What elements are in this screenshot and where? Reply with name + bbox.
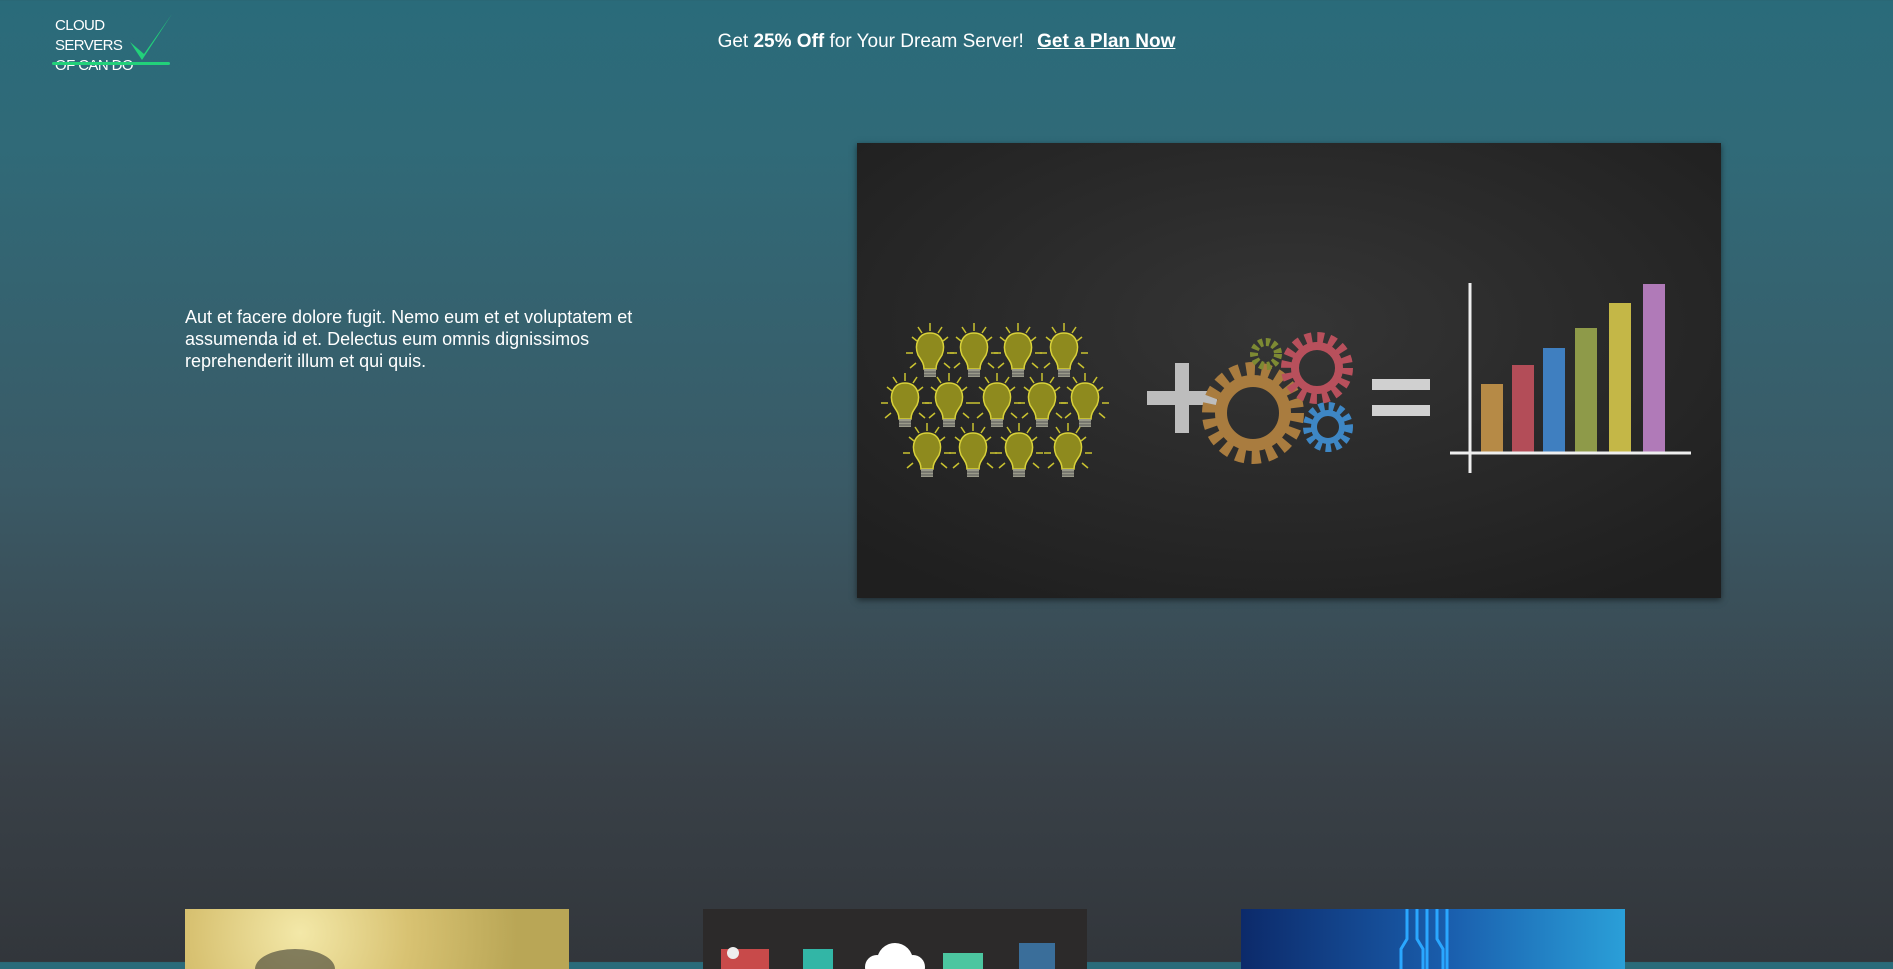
feature-thumbnail-2[interactable]: [703, 909, 1087, 969]
feature-thumbnail-1[interactable]: [185, 909, 569, 969]
hero-description: Aut et facere dolore fugit. Nemo eum et …: [185, 307, 633, 371]
promo-discount: 25% Off: [753, 31, 825, 52]
promo-suffix: for Your Dream Server!: [824, 31, 1024, 52]
feature-thumbnail-3[interactable]: [1241, 909, 1625, 969]
hero-image: [857, 143, 1721, 598]
logo-underline: [52, 62, 170, 65]
promo-prefix: Get: [717, 31, 754, 52]
promo-banner: Get 25% Off for Your Dream Server! Get a…: [0, 30, 1893, 54]
get-plan-link[interactable]: Get a Plan Now: [1037, 31, 1175, 52]
